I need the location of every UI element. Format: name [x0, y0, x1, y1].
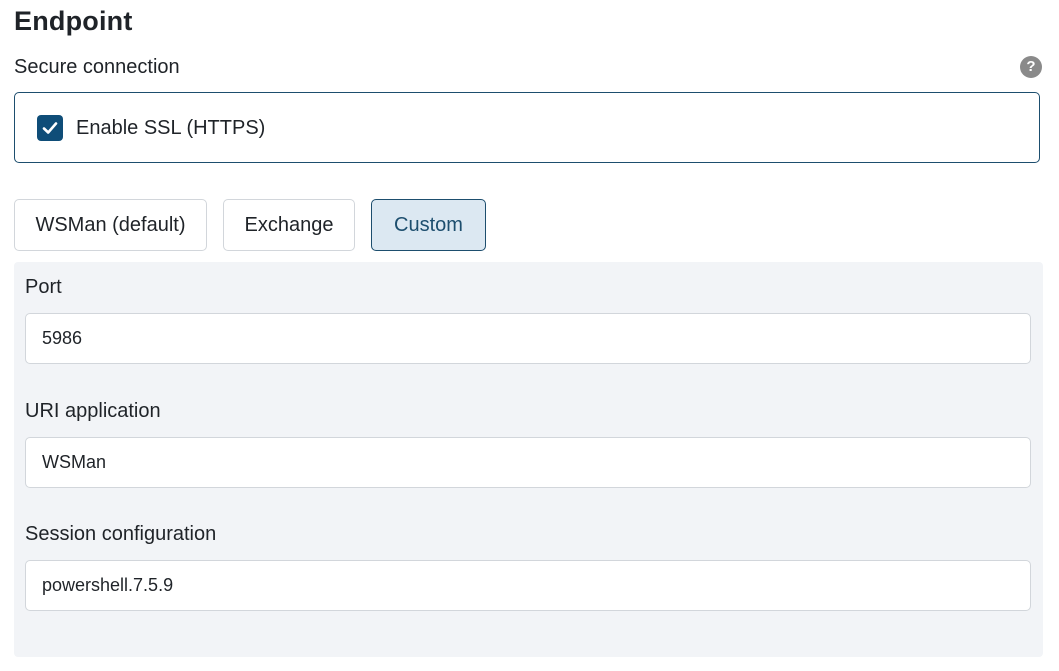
secure-connection-box: Enable SSL (HTTPS): [14, 92, 1040, 163]
session-configuration-input[interactable]: [25, 560, 1031, 611]
preset-custom-button[interactable]: Custom: [371, 199, 486, 251]
help-icon[interactable]: ?: [1020, 56, 1042, 78]
custom-endpoint-panel: Port URI application Session configurati…: [14, 262, 1043, 657]
uri-application-input[interactable]: [25, 437, 1031, 488]
enable-ssl-option[interactable]: Enable SSL (HTTPS): [37, 115, 265, 141]
enable-ssl-label: Enable SSL (HTTPS): [76, 116, 266, 139]
preset-exchange-button[interactable]: Exchange: [223, 199, 355, 251]
secure-connection-label: Secure connection: [14, 56, 180, 78]
port-input[interactable]: [25, 313, 1031, 364]
session-configuration-label: Session configuration: [25, 523, 217, 545]
port-label: Port: [25, 276, 62, 298]
preset-wsman-button[interactable]: WSMan (default): [14, 199, 207, 251]
section-title: Endpoint: [14, 6, 133, 36]
checkmark-icon: [42, 122, 58, 134]
uri-application-label: URI application: [25, 400, 161, 422]
enable-ssl-checkbox[interactable]: [37, 115, 63, 141]
